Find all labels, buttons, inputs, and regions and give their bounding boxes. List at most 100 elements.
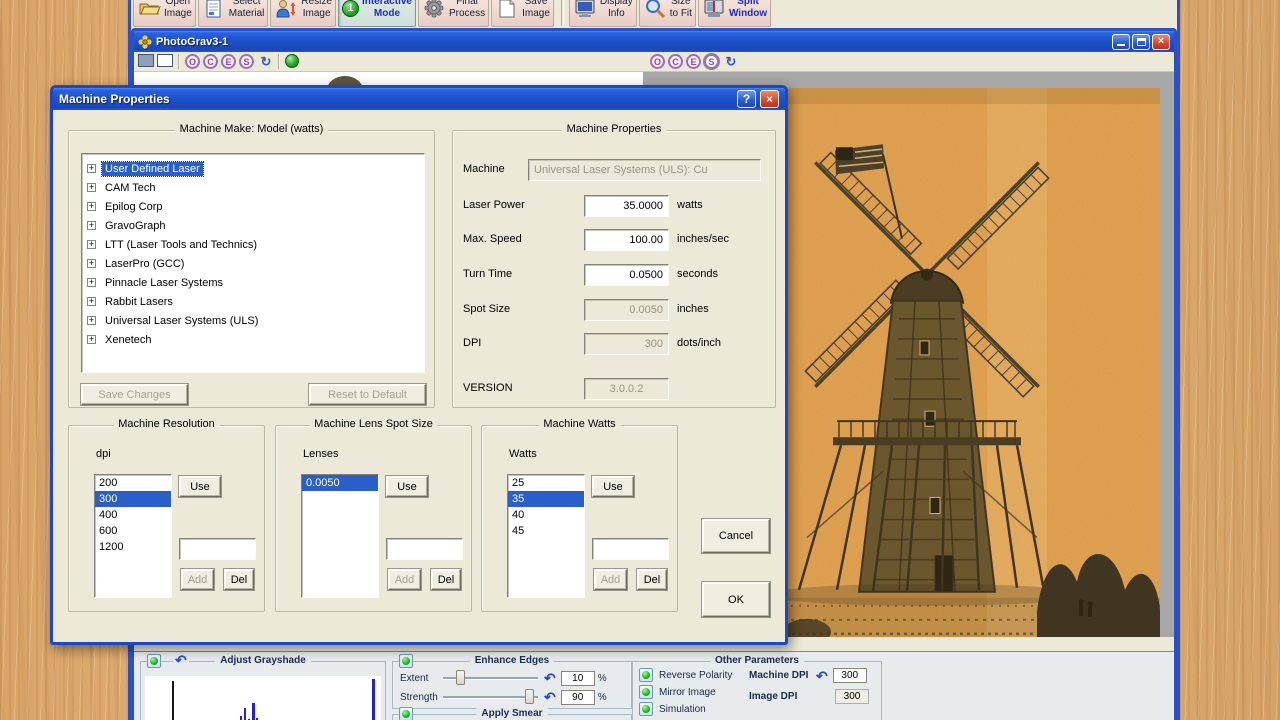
resolution-use-button[interactable]: Use — [179, 476, 221, 497]
reverse-polarity-toggle[interactable] — [639, 668, 653, 682]
watts-option-selected[interactable]: 35 — [508, 491, 584, 507]
lens-option-selected[interactable]: 0.0050 — [302, 475, 378, 491]
tree-item-uls[interactable]: Universal Laser Systems (ULS) — [102, 314, 261, 328]
maximize-button[interactable] — [1132, 34, 1150, 50]
dpi-option-selected[interactable]: 300 — [95, 491, 171, 507]
resolution-del-button[interactable]: Del — [224, 569, 254, 590]
expand-icon[interactable]: + — [87, 259, 96, 268]
expand-icon[interactable]: + — [87, 221, 96, 230]
watts-option[interactable]: 45 — [508, 523, 584, 539]
watts-new-value-input[interactable] — [592, 538, 669, 560]
tree-item-pinnacle[interactable]: Pinnacle Laser Systems — [102, 276, 226, 290]
dpi-option[interactable]: 600 — [95, 523, 171, 539]
dpi-option[interactable]: 1200 — [95, 539, 171, 555]
expand-icon[interactable]: + — [87, 316, 96, 325]
engraved-view-icon[interactable]: E — [221, 54, 236, 69]
extent-value[interactable]: 10 — [561, 671, 595, 686]
enhance-edges-toggle[interactable] — [399, 654, 413, 668]
tree-item-xenetech[interactable]: Xenetech — [102, 333, 154, 347]
refresh-icon-right[interactable]: ↻ — [723, 54, 739, 69]
document-titlebar[interactable]: PhotoGrav3-1 × — [134, 31, 1174, 52]
strength-slider[interactable] — [443, 689, 538, 705]
turn-time-field[interactable]: 0.0500 — [584, 264, 669, 286]
lens-use-button[interactable]: Use — [386, 476, 428, 497]
simulation-view-icon[interactable]: S — [239, 54, 254, 69]
display-info-button[interactable]: DisplayInfo — [569, 0, 637, 27]
extent-slider[interactable] — [443, 670, 538, 686]
lens-del-button[interactable]: Del — [431, 569, 461, 590]
original-view-icon-right[interactable]: O — [650, 54, 665, 69]
expand-icon[interactable]: + — [87, 164, 96, 173]
minimize-button[interactable] — [1112, 34, 1130, 50]
strength-value[interactable]: 90 — [561, 690, 595, 705]
contrast-view-icon[interactable]: C — [203, 54, 218, 69]
process-sphere-icon[interactable] — [285, 54, 299, 68]
expand-icon[interactable]: + — [87, 202, 96, 211]
original-view-icon[interactable]: O — [185, 54, 200, 69]
grayshade-toggle[interactable] — [147, 654, 161, 668]
close-button[interactable]: × — [1152, 34, 1170, 50]
tree-item-gravograph[interactable]: GravoGraph — [102, 219, 169, 233]
extent-undo-icon[interactable]: ↶ — [544, 671, 556, 685]
strength-undo-icon[interactable]: ↶ — [544, 690, 556, 704]
interactive-mode-button[interactable]: 1 InteractiveMode — [338, 0, 416, 27]
cancel-button[interactable]: Cancel — [702, 519, 770, 553]
refresh-icon[interactable]: ↻ — [258, 54, 274, 69]
watts-use-button[interactable]: Use — [592, 476, 634, 497]
simulation-toggle[interactable] — [639, 702, 653, 716]
mirror-image-toggle[interactable] — [639, 685, 653, 699]
magnifier-icon — [643, 0, 667, 18]
machine-dpi-undo-icon[interactable]: ↶ — [816, 669, 828, 683]
open-image-button[interactable]: OpenImage — [133, 0, 196, 27]
section-title: Apply Smear — [476, 708, 547, 719]
watts-del-button[interactable]: Del — [637, 569, 667, 590]
gear-icon — [422, 0, 446, 18]
turn-time-unit: seconds — [677, 268, 718, 280]
tree-item-rabbit[interactable]: Rabbit Lasers — [102, 295, 176, 309]
grayshade-histogram[interactable] — [145, 676, 381, 720]
extent-label: Extent — [393, 673, 443, 684]
resolution-new-value-input[interactable] — [179, 538, 256, 560]
tree-item-laserpro[interactable]: LaserPro (GCC) — [102, 257, 187, 271]
simulation-view-icon-right[interactable]: S — [704, 54, 719, 69]
dialog-close-button[interactable]: × — [760, 90, 779, 108]
tree-item-epilog[interactable]: Epilog Corp — [102, 200, 165, 214]
contrast-view-icon-right[interactable]: C — [668, 54, 683, 69]
dpi-listbox[interactable]: 200 300 400 600 1200 — [94, 474, 172, 598]
dialog-titlebar[interactable]: Machine Properties ? × — [53, 88, 785, 110]
expand-icon[interactable]: + — [87, 183, 96, 192]
watts-option[interactable]: 40 — [508, 507, 584, 523]
expand-icon[interactable]: + — [87, 297, 96, 306]
help-button[interactable]: ? — [737, 90, 756, 108]
ok-button[interactable]: OK — [702, 582, 770, 617]
machine-make-tree[interactable]: + User Defined Laser + CAM Tech + Epilog Co… — [81, 153, 425, 373]
final-process-button[interactable]: FinalProcess — [418, 0, 489, 27]
expand-icon[interactable]: + — [87, 240, 96, 249]
watts-listbox[interactable]: 25 35 40 45 — [507, 474, 585, 598]
watts-option[interactable]: 25 — [508, 475, 584, 491]
resize-image-button[interactable]: ResizeImage — [270, 0, 336, 27]
lens-new-value-input[interactable] — [386, 538, 463, 560]
tree-item-ltt[interactable]: LTT (Laser Tools and Technics) — [102, 238, 260, 252]
expand-icon[interactable]: + — [87, 335, 96, 344]
apply-smear-toggle[interactable] — [399, 707, 413, 720]
tree-item-cam-tech[interactable]: CAM Tech — [102, 181, 159, 195]
machine-resolution-group: Machine Resolution dpi 200 300 400 600 1… — [68, 425, 265, 612]
dpi-option[interactable]: 200 — [95, 475, 171, 491]
size-to-fit-button[interactable]: Sizeto Fit — [639, 0, 696, 27]
laser-power-field[interactable]: 35.0000 — [584, 195, 669, 217]
cascade-view-icon[interactable] — [138, 54, 154, 67]
save-image-button[interactable]: SaveImage — [491, 0, 554, 27]
tree-item-user-defined[interactable]: User Defined Laser — [102, 162, 203, 176]
lenses-listbox[interactable]: 0.0050 — [301, 474, 379, 598]
select-material-button[interactable]: SelectMaterial — [198, 0, 269, 27]
machine-dpi-value[interactable]: 300 — [833, 668, 867, 683]
max-speed-field[interactable]: 100.00 — [584, 229, 669, 251]
engraved-view-icon-right[interactable]: E — [686, 54, 701, 69]
machine-lens-group: Machine Lens Spot Size Lenses 0.0050 Use… — [275, 425, 472, 612]
split-window-button[interactable]: SplitWindow — [698, 0, 771, 27]
dpi-option[interactable]: 400 — [95, 507, 171, 523]
expand-icon[interactable]: + — [87, 278, 96, 287]
grayshade-undo-icon[interactable]: ↶ — [173, 653, 189, 667]
single-view-icon[interactable] — [157, 54, 173, 67]
